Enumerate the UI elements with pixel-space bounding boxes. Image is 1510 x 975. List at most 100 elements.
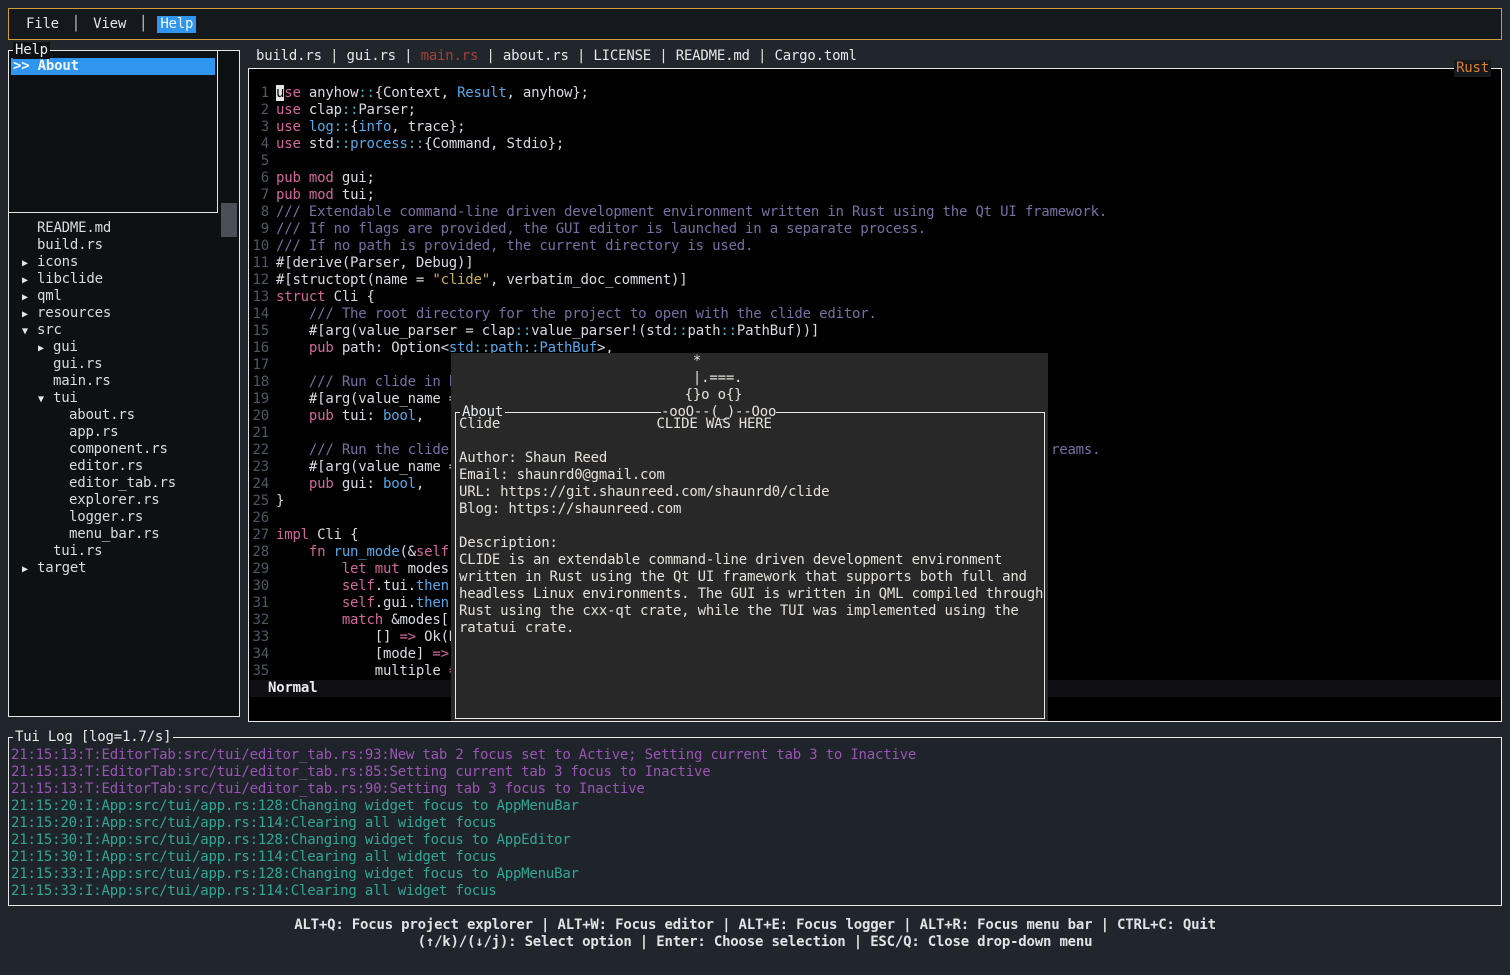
tree-item-target[interactable]: ▶target	[9, 560, 237, 577]
code-token: se	[284, 85, 300, 101]
code-line: 15 #[arg(value_parser = clap::value_pars…	[249, 323, 1500, 340]
code-token: path	[687, 323, 720, 339]
line-number: 31	[249, 595, 269, 612]
code-text: #[arg(value_parser = clap::value_parser!…	[269, 323, 819, 340]
help-dropdown-list: >> About	[9, 58, 217, 75]
code-token: ,	[416, 476, 424, 492]
code-token: , verbatim_doc_comment)]	[490, 272, 688, 288]
tree-item-label: editor.rs	[69, 458, 143, 474]
tab-Cargo.toml[interactable]: Cargo.toml	[774, 48, 856, 64]
tree-item-label: main.rs	[53, 373, 111, 389]
line-number: 1	[249, 85, 269, 102]
code-token: [mode]	[276, 646, 432, 662]
keybind-help-line-1: ALT+Q: Focus project explorer | ALT+W: F…	[0, 917, 1510, 934]
line-number: 14	[249, 306, 269, 323]
line-number: 35	[249, 663, 269, 680]
tree-item-icons[interactable]: ▶icons	[9, 254, 237, 271]
tree-item-resources[interactable]: ▶resources	[9, 305, 237, 322]
tree-item-editor_tab.rs[interactable]: editor_tab.rs	[9, 475, 237, 492]
line-number: 8	[249, 204, 269, 221]
tree-item-label: target	[37, 560, 86, 576]
tree-item-build.rs[interactable]: build.rs	[9, 237, 237, 254]
code-line: 8/// Extendable command-line driven deve…	[249, 204, 1500, 221]
line-number: 28	[249, 544, 269, 561]
code-token: self	[276, 595, 375, 611]
code-token: pub mod	[276, 187, 334, 203]
chevron-collapsed-icon: ▶	[38, 340, 53, 357]
line-number: 32	[249, 612, 269, 629]
code-token: ::	[408, 136, 424, 152]
code-token: tui;	[334, 187, 375, 203]
tab-gui.rs[interactable]: gui.rs	[347, 48, 396, 64]
code-token: #[structopt(name =	[276, 272, 432, 288]
tab-LICENSE[interactable]: LICENSE	[593, 48, 651, 64]
menu-item-help[interactable]: Help	[157, 16, 196, 33]
code-token: ::	[515, 323, 531, 339]
tree-item-label: tui.rs	[53, 543, 102, 559]
tree-item-label: README.md	[37, 220, 111, 236]
code-token: Cli {	[309, 527, 358, 543]
tree-item-about.rs[interactable]: about.rs	[9, 407, 237, 424]
log-line: 21:15:13:T:EditorTab:src/tui/editor_tab.…	[11, 781, 1499, 798]
tree-item-label: build.rs	[37, 237, 103, 253]
log-line: 21:15:13:T:EditorTab:src/tui/editor_tab.…	[11, 747, 1499, 764]
line-number: 18	[249, 374, 269, 391]
tab-main.rs[interactable]: main.rs	[421, 48, 479, 64]
code-token: info	[358, 119, 391, 135]
code-text: /// Extendable command-line driven devel…	[269, 204, 1107, 221]
code-token: struct	[276, 289, 325, 305]
tree-item-tui.rs[interactable]: tui.rs	[9, 543, 237, 560]
tab-README.md[interactable]: README.md	[676, 48, 750, 64]
tree-item-explorer.rs[interactable]: explorer.rs	[9, 492, 237, 509]
tree-item-gui.rs[interactable]: gui.rs	[9, 356, 237, 373]
menu-bar: File│View│Help	[8, 8, 1502, 40]
code-text	[269, 357, 276, 374]
code-token: self	[276, 578, 375, 594]
log-line: 21:15:30:I:App:src/tui/app.rs:114:Cleari…	[11, 849, 1499, 866]
line-number: 33	[249, 629, 269, 646]
explorer-scrollbar-thumb[interactable]	[221, 203, 237, 237]
code-token: pub	[276, 476, 334, 492]
code-token: ::	[342, 102, 358, 118]
tree-item-menu_bar.rs[interactable]: menu_bar.rs	[9, 526, 237, 543]
tab-build.rs[interactable]: build.rs	[256, 48, 322, 64]
menu-item-view[interactable]: View	[90, 16, 129, 33]
code-text: [] => Ok(R	[269, 629, 457, 646]
tree-item-README.md[interactable]: README.md	[9, 220, 237, 237]
line-number: 16	[249, 340, 269, 357]
code-token: process	[350, 136, 408, 152]
line-number: 2	[249, 102, 269, 119]
code-token: modes	[399, 561, 448, 577]
line-number: 30	[249, 578, 269, 595]
tree-item-tui[interactable]: ▼tui	[9, 390, 237, 407]
code-token: tui:	[334, 408, 383, 424]
code-token: /// Run the clide	[276, 442, 449, 458]
code-token: ::	[334, 136, 350, 152]
menu-item-file[interactable]: File	[23, 16, 62, 33]
tree-item-label: tui	[53, 390, 78, 406]
tree-item-qml[interactable]: ▶qml	[9, 288, 237, 305]
code-token: , anyhow};	[506, 85, 588, 101]
code-token: bool	[383, 408, 416, 424]
line-number: 10	[249, 238, 269, 255]
tree-item-src[interactable]: ▼src	[9, 322, 237, 339]
code-line: 13struct Cli {	[249, 289, 1500, 306]
tui-log-panel: Tui Log [log=1.7/s] 21:15:13:T:EditorTab…	[8, 737, 1502, 906]
log-line: 21:15:30:I:App:src/tui/app.rs:128:Changi…	[11, 832, 1499, 849]
code-text: use std::process::{Command, Stdio};	[269, 136, 564, 153]
code-token: /// If no path is provided, the current …	[276, 238, 753, 254]
tree-item-libclide[interactable]: ▶libclide	[9, 271, 237, 288]
tree-item-gui[interactable]: ▶gui	[9, 339, 237, 356]
tree-item-logger.rs[interactable]: logger.rs	[9, 509, 237, 526]
line-number: 20	[249, 408, 269, 425]
tree-item-app.rs[interactable]: app.rs	[9, 424, 237, 441]
dropdown-item-about[interactable]: >> About	[11, 58, 215, 75]
tree-item-component.rs[interactable]: component.rs	[9, 441, 237, 458]
code-token: pub	[276, 340, 334, 356]
code-line: 4use std::process::{Command, Stdio};	[249, 136, 1500, 153]
tab-about.rs[interactable]: about.rs	[503, 48, 569, 64]
tree-item-editor.rs[interactable]: editor.rs	[9, 458, 237, 475]
tree-item-label: about.rs	[69, 407, 135, 423]
tree-item-main.rs[interactable]: main.rs	[9, 373, 237, 390]
code-token: #[arg(value_parser = clap	[276, 323, 515, 339]
